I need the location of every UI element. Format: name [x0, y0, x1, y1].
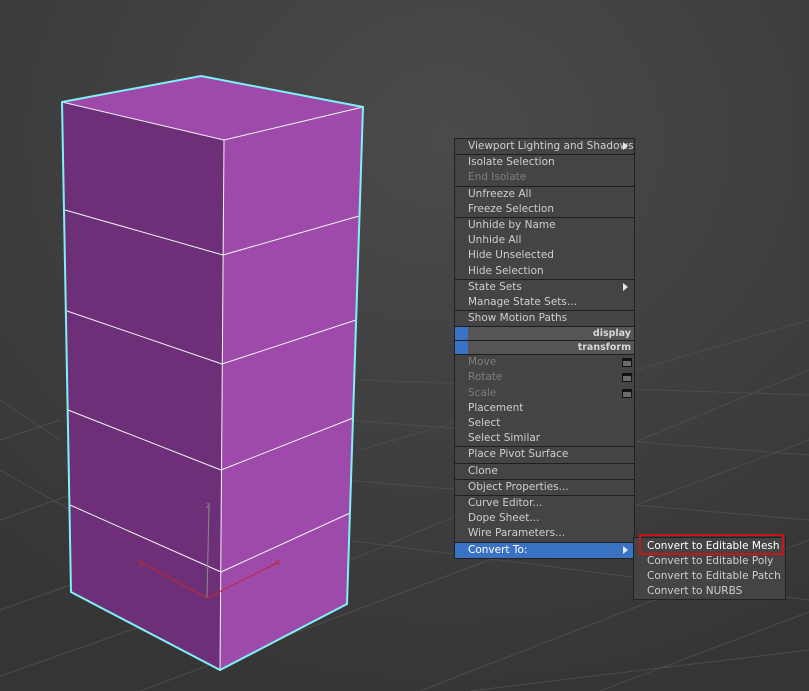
menu-item-label: End Isolate — [468, 171, 527, 184]
menu-item-scale[interactable]: Scale — [455, 386, 634, 401]
menu-item-curve-editor[interactable]: Curve Editor... — [455, 496, 634, 511]
menu-group-transform: Move Rotate Scale Placement Select Selec… — [455, 354, 634, 446]
gizmo-y-label: y — [138, 558, 144, 568]
quad-menu: Viewport Lighting and Shadows Isolate Se… — [454, 138, 635, 559]
menu-item-label: Select — [468, 417, 501, 429]
quad-marker-icon — [455, 341, 468, 355]
menu-item-convert-editable-poly[interactable]: Convert to Editable Poly — [634, 554, 785, 569]
menu-item-label: Convert To: — [468, 543, 528, 556]
menu-item-viewport-lighting[interactable]: Viewport Lighting and Shadows — [455, 139, 634, 154]
section-header-label: display — [592, 328, 631, 340]
menu-item-label: State Sets — [468, 280, 522, 293]
menu-item-label: Freeze Selection — [468, 202, 554, 215]
menu-item-label: Convert to Editable Poly — [647, 555, 774, 567]
settings-window-icon[interactable] — [622, 358, 632, 368]
menu-group-motion-paths: Show Motion Paths — [455, 310, 634, 326]
menu-item-convert-to[interactable]: Convert To: — [455, 542, 634, 558]
section-header-transform: transform — [455, 340, 634, 355]
menu-item-object-properties[interactable]: Object Properties... — [455, 480, 634, 495]
menu-item-label: Hide Unselected — [468, 249, 554, 262]
menu-item-label: Move — [468, 356, 497, 369]
menu-item-end-isolate: End Isolate — [455, 170, 634, 185]
gizmo-x-label: x — [275, 558, 281, 568]
menu-item-freeze-selection[interactable]: Freeze Selection — [455, 202, 634, 217]
menu-item-label: Viewport Lighting and Shadows — [468, 140, 634, 152]
menu-item-convert-editable-patch[interactable]: Convert to Editable Patch — [634, 569, 785, 584]
menu-item-rotate[interactable]: Rotate — [455, 370, 634, 385]
menu-item-label: Dope Sheet... — [468, 512, 540, 525]
menu-item-label: Manage State Sets... — [468, 295, 577, 308]
menu-item-label: Convert to Editable Patch — [647, 570, 781, 582]
menu-item-show-motion-paths[interactable]: Show Motion Paths — [455, 311, 634, 326]
menu-item-label: Convert to NURBS — [647, 585, 743, 597]
menu-group-convert: Convert To: — [455, 541, 634, 558]
gizmo-z-label: z — [206, 501, 210, 510]
menu-item-isolate-selection[interactable]: Isolate Selection — [455, 155, 634, 170]
menu-group-animation: Curve Editor... Dope Sheet... Wire Param… — [455, 494, 634, 542]
menu-item-dope-sheet[interactable]: Dope Sheet... — [455, 511, 634, 526]
menu-item-label: Rotate — [468, 371, 503, 384]
annotation-highlight-box — [639, 534, 784, 555]
menu-item-label: Isolate Selection — [468, 156, 555, 169]
menu-item-select-similar[interactable]: Select Similar — [455, 431, 634, 446]
menu-group-pivot: Place Pivot Surface — [455, 446, 634, 462]
menu-item-wire-parameters[interactable]: Wire Parameters... — [455, 526, 634, 541]
menu-item-label: Scale — [468, 386, 497, 399]
menu-item-label: Place Pivot Surface — [468, 448, 569, 461]
menu-item-label: Clone — [468, 464, 498, 477]
menu-item-unhide-by-name[interactable]: Unhide by Name — [455, 218, 634, 233]
menu-item-state-sets[interactable]: State Sets — [455, 280, 634, 295]
menu-item-label: Curve Editor... — [468, 496, 543, 509]
menu-item-label: Unhide by Name — [468, 218, 556, 231]
menu-group-hide: Unhide by Name Unhide All Hide Unselecte… — [455, 216, 634, 279]
menu-item-clone[interactable]: Clone — [455, 464, 634, 479]
menu-group-lighting: Viewport Lighting and Shadows — [455, 139, 634, 154]
section-header-label: transform — [577, 342, 631, 354]
box-front-face — [62, 102, 224, 670]
menu-item-label: Unhide All — [468, 234, 522, 247]
settings-window-icon[interactable] — [622, 388, 632, 398]
quad-marker-icon — [455, 327, 468, 341]
menu-item-select[interactable]: Select — [455, 416, 634, 431]
menu-item-label: Hide Selection — [468, 264, 544, 277]
menu-item-unhide-all[interactable]: Unhide All — [455, 233, 634, 248]
menu-item-label: Object Properties... — [468, 480, 569, 493]
submenu-arrow-icon — [623, 282, 628, 291]
menu-item-place-pivot-surface[interactable]: Place Pivot Surface — [455, 447, 634, 462]
menu-group-clone: Clone — [455, 462, 634, 479]
menu-group-properties: Object Properties... — [455, 478, 634, 495]
menu-item-label: Unfreeze All — [468, 187, 532, 200]
submenu-arrow-icon — [623, 545, 628, 554]
box-object[interactable] — [60, 74, 365, 672]
menu-item-hide-unselected[interactable]: Hide Unselected — [455, 248, 634, 263]
submenu-arrow-icon — [623, 142, 628, 150]
menu-group-freeze: Unfreeze All Freeze Selection — [455, 185, 634, 217]
settings-window-icon[interactable] — [622, 373, 632, 383]
menu-item-label: Placement — [468, 401, 524, 414]
menu-item-hide-selection[interactable]: Hide Selection — [455, 264, 634, 279]
menu-item-label: Show Motion Paths — [468, 312, 568, 325]
menu-item-manage-state-sets[interactable]: Manage State Sets... — [455, 295, 634, 310]
menu-item-label: Select Similar — [468, 432, 541, 445]
box-side-face — [220, 107, 363, 670]
menu-group-isolate: Isolate Selection End Isolate — [455, 154, 634, 185]
section-header-display: display — [455, 326, 634, 341]
menu-item-move[interactable]: Move — [455, 355, 634, 370]
menu-item-convert-nurbs[interactable]: Convert to NURBS — [634, 584, 785, 599]
menu-item-label: Wire Parameters... — [468, 527, 566, 540]
menu-item-unfreeze-all[interactable]: Unfreeze All — [455, 187, 634, 202]
menu-item-placement[interactable]: Placement — [455, 401, 634, 416]
menu-group-state-sets: State Sets Manage State Sets... — [455, 278, 634, 310]
